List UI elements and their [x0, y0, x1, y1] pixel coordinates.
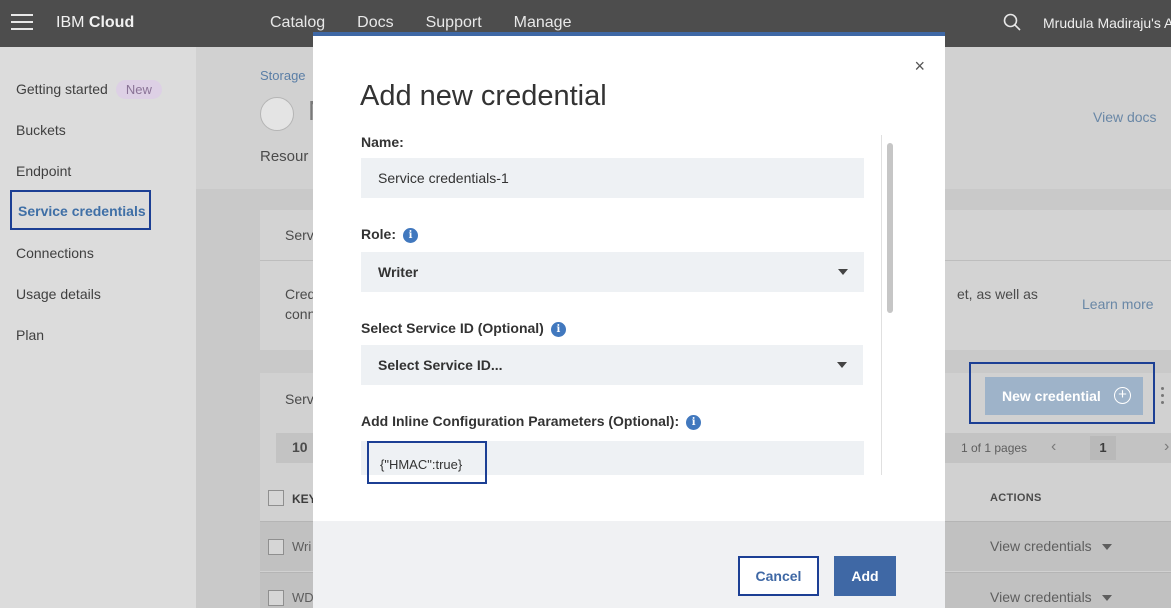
- sidebar-item-plan[interactable]: Plan: [16, 327, 44, 343]
- scrollbar-thumb[interactable]: [887, 143, 893, 313]
- add-credential-modal: × Add new credential Name: Service crede…: [313, 32, 945, 608]
- service-id-label: Select Service ID (Optional) i: [361, 320, 566, 337]
- row-checkbox[interactable]: [268, 539, 284, 555]
- view-credentials-dropdown[interactable]: View credentials: [990, 589, 1112, 605]
- nav-support[interactable]: Support: [426, 14, 482, 32]
- overflow-menu-icon[interactable]: [1161, 387, 1165, 408]
- panel-description: conn: [285, 306, 316, 322]
- menu-icon[interactable]: [11, 14, 33, 32]
- service-id-select[interactable]: Select Service ID...: [361, 345, 863, 385]
- role-select[interactable]: Writer: [361, 252, 864, 292]
- sidebar-item-getting-started[interactable]: Getting started New: [16, 80, 162, 99]
- caret-down-icon: [1101, 544, 1112, 551]
- key-cell: WD: [292, 590, 314, 605]
- page-count: 1 of 1 pages: [961, 441, 1028, 455]
- brand-logo[interactable]: IBM Cloud: [56, 14, 134, 32]
- add-circle-icon: +: [1114, 387, 1131, 404]
- caret-down-icon: [837, 362, 847, 368]
- role-label: Role: i: [361, 226, 418, 243]
- search-icon[interactable]: [1003, 13, 1021, 31]
- panel-description: et, as well as: [957, 286, 1038, 302]
- sidebar-item-label: Service credentials: [18, 203, 146, 219]
- sidebar-item-usage-details[interactable]: Usage details: [16, 286, 101, 302]
- sidebar-item-connections[interactable]: Connections: [16, 245, 94, 261]
- top-nav: Catalog Docs Support Manage: [270, 14, 571, 32]
- key-cell: Wri: [292, 539, 312, 554]
- nav-docs[interactable]: Docs: [357, 14, 393, 32]
- view-credentials-dropdown[interactable]: View credentials: [990, 538, 1112, 554]
- new-badge: New: [115, 80, 162, 99]
- sidebar-item-endpoint[interactable]: Endpoint: [16, 163, 71, 179]
- close-icon[interactable]: ×: [914, 56, 925, 77]
- new-credential-highlight: New credential +: [969, 362, 1155, 424]
- breadcrumb[interactable]: Storage: [260, 68, 306, 83]
- sidebar-item-service-credentials[interactable]: Service credentials: [10, 190, 151, 230]
- chevron-right-icon[interactable]: ›: [1164, 438, 1169, 456]
- cancel-button[interactable]: Cancel: [738, 556, 819, 596]
- name-label: Name:: [361, 134, 404, 150]
- inline-config-label: Add Inline Configuration Parameters (Opt…: [361, 413, 702, 430]
- sidebar: Getting started New Buckets Endpoint Serv…: [0, 47, 196, 608]
- panel-title: Serv: [285, 227, 314, 243]
- info-icon[interactable]: i: [403, 228, 418, 243]
- service-icon: [260, 97, 294, 131]
- caret-down-icon: [1101, 595, 1112, 602]
- new-credential-button[interactable]: New credential +: [985, 377, 1143, 415]
- chevron-left-icon[interactable]: ‹: [1051, 438, 1056, 456]
- nav-catalog[interactable]: Catalog: [270, 14, 325, 32]
- view-docs-link[interactable]: View docs: [1093, 109, 1157, 125]
- resource-label: Resour: [260, 148, 309, 165]
- nav-manage[interactable]: Manage: [514, 14, 572, 32]
- inline-config-value: {"HMAC":true}: [380, 457, 463, 472]
- modal-title: Add new credential: [360, 80, 607, 112]
- modal-footer: Cancel Add: [313, 521, 945, 608]
- add-button[interactable]: Add: [834, 556, 896, 596]
- info-icon[interactable]: i: [686, 415, 702, 430]
- modal-scrollbar[interactable]: [881, 135, 897, 475]
- sidebar-item-buckets[interactable]: Buckets: [16, 122, 66, 138]
- select-all-checkbox[interactable]: [268, 490, 284, 506]
- table-title: Serv: [285, 391, 314, 407]
- panel-description: Cred: [285, 286, 316, 302]
- rows-per-page-select[interactable]: 10: [292, 439, 308, 455]
- column-header-actions: ACTIONS: [990, 492, 1042, 504]
- user-account[interactable]: Mrudula Madiraju's A: [1043, 15, 1171, 31]
- learn-more-link[interactable]: Learn more: [1082, 296, 1154, 312]
- row-checkbox[interactable]: [268, 590, 284, 606]
- name-input[interactable]: Service credentials-1: [361, 158, 864, 198]
- caret-down-icon: [838, 269, 848, 275]
- inline-config-highlight: {"HMAC":true}: [367, 441, 487, 484]
- current-page[interactable]: 1: [1090, 436, 1116, 460]
- info-icon[interactable]: i: [550, 322, 566, 337]
- sidebar-item-label: Getting started: [16, 81, 108, 97]
